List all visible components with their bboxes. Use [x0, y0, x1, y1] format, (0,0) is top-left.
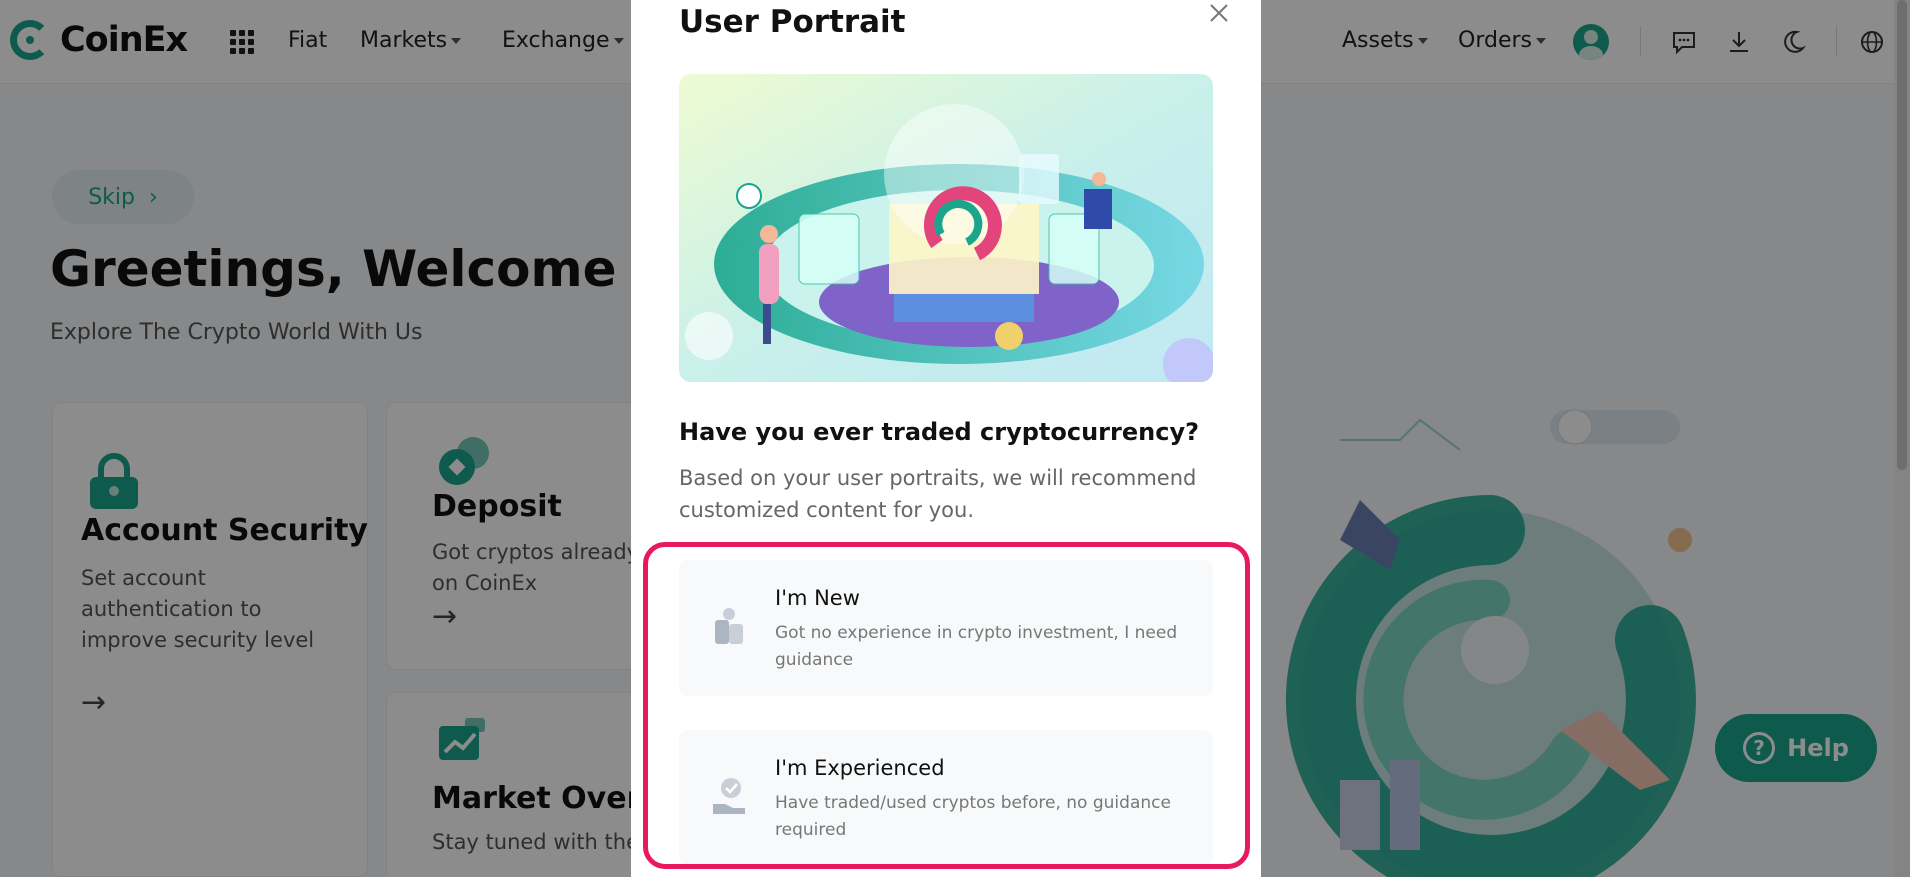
user-portrait-modal: User Portrait Have you ever traded crypt…	[631, 0, 1261, 877]
close-icon[interactable]	[1206, 0, 1232, 26]
modal-question: Have you ever traded cryptocurrency?	[679, 418, 1200, 446]
modal-explanation: Based on your user portraits, we will re…	[679, 466, 1197, 522]
user-portrait-illustration	[679, 74, 1213, 382]
modal-title: User Portrait	[679, 4, 906, 40]
options-highlight-annotation	[643, 542, 1250, 869]
